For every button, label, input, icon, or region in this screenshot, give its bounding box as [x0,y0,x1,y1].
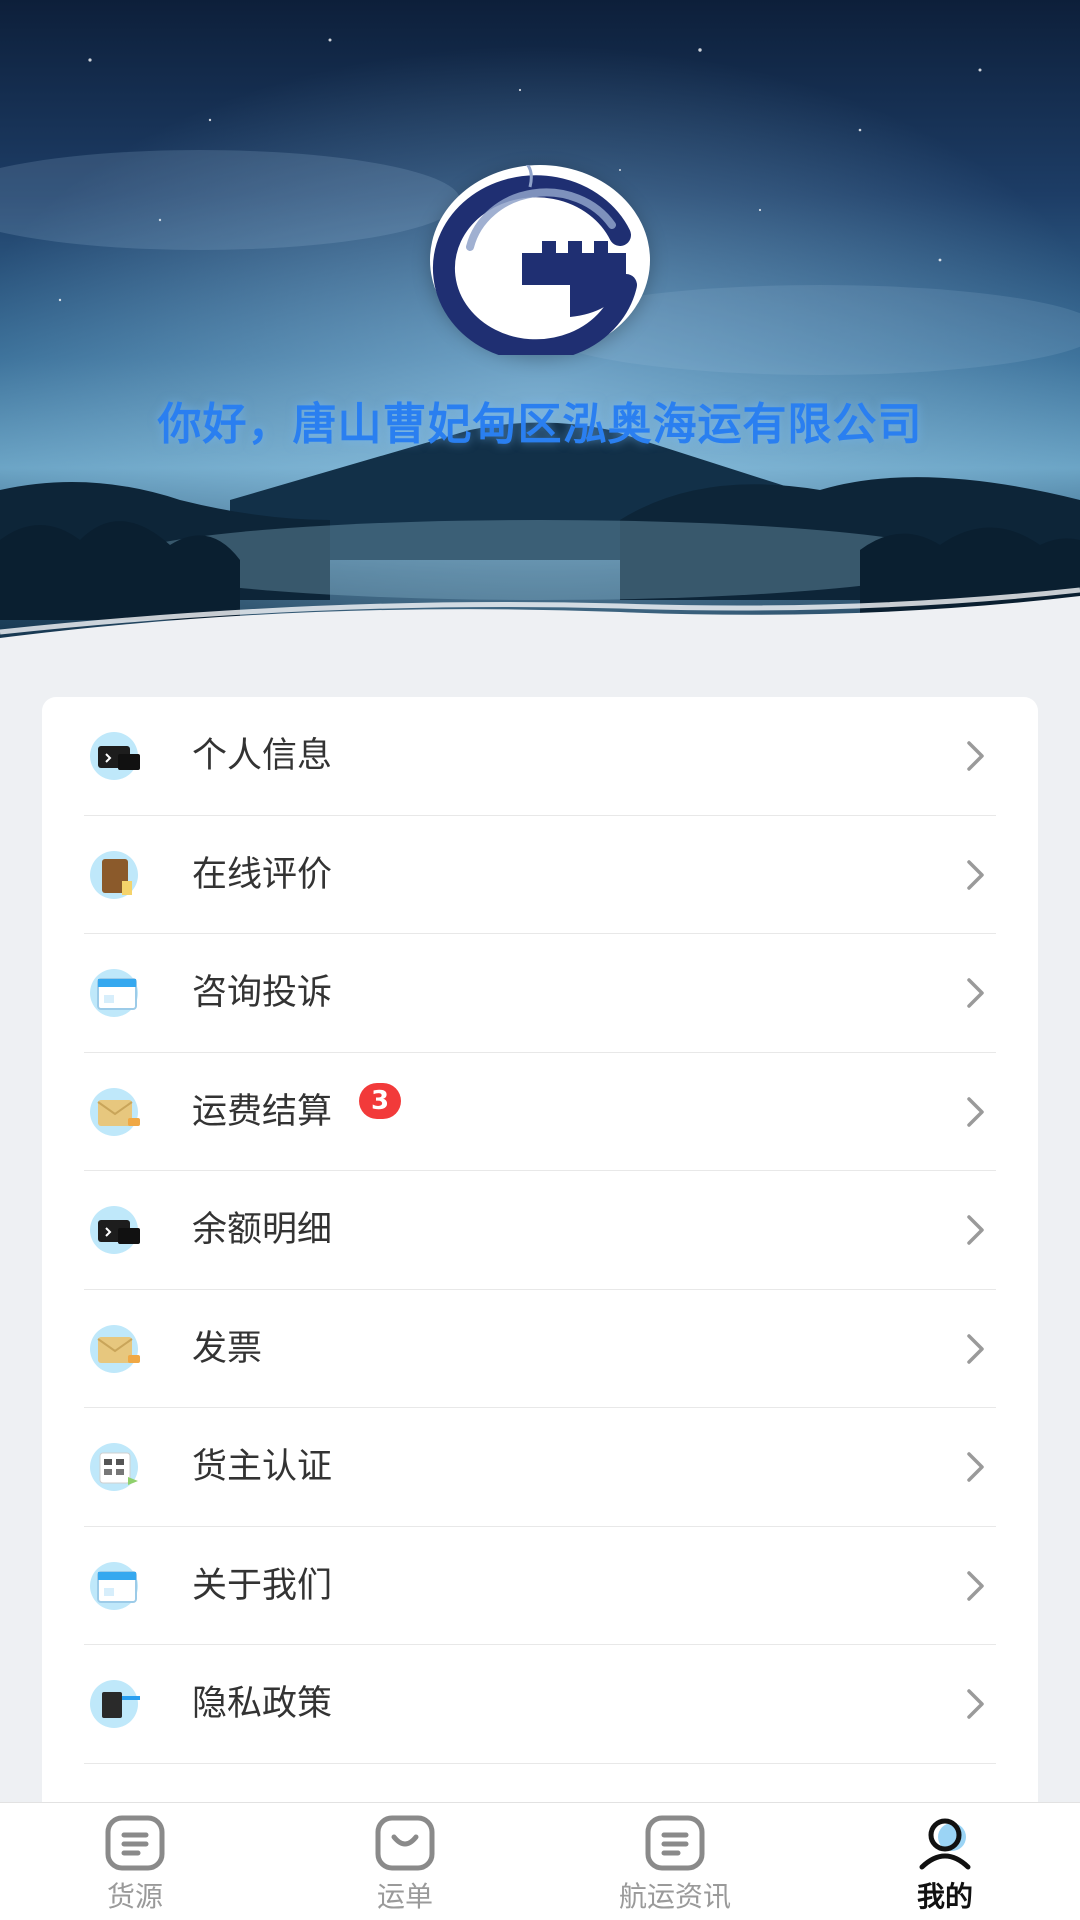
menu-item-label: 运费结算 [192,1091,333,1132]
id-card-icon [88,1200,148,1260]
company-logo [430,161,650,362]
tab-waybill[interactable]: 运单 [270,1803,540,1920]
menu-item-label: 关于我们 [192,1565,333,1606]
bottom-tab-bar: 货源 运单 航运资讯 我的 [0,1802,1080,1920]
menu-item-label: 余额明细 [192,1210,333,1250]
menu-item[interactable]: 咨询投诉 [84,934,996,1053]
menu-item[interactable]: 个人信息 [84,697,996,816]
chevron-right-icon [956,1290,996,1408]
tab-label: 我的 [916,1880,973,1913]
tab-label: 航运资讯 [618,1880,731,1913]
envelope-icon [88,1082,148,1142]
chevron-right-icon [956,697,996,815]
menu-item-label: 隐私政策 [192,1684,333,1724]
notebook-icon [88,845,148,905]
tab-mine[interactable]: 我的 [810,1803,1080,1920]
list-icon [645,1815,705,1871]
menu-item[interactable]: 关于我们 [84,1527,996,1645]
document-icon [88,1674,148,1734]
menu-item-label: 个人信息 [192,736,333,776]
chevron-right-icon [956,1527,996,1645]
menu-card: 个人信息在线评价咨询投诉运费结算 3 余额明细发票货主认证关于我们隐私政策 [42,697,1038,1847]
menu-item[interactable]: 运费结算 3 [84,1053,996,1171]
tab-shipping-news[interactable]: 航运资讯 [540,1803,810,1920]
chevron-right-icon [956,1645,996,1763]
window-icon [88,1556,148,1616]
bag-icon [375,1815,435,1871]
tab-cargo-source[interactable]: 货源 [0,1803,270,1920]
menu-item[interactable]: 在线评价 [84,816,996,934]
chevron-right-icon [956,934,996,1052]
chevron-right-icon [956,1171,996,1289]
chevron-right-icon [956,1408,996,1526]
list-icon [105,1815,165,1871]
menu-item-label: 在线评价 [192,854,333,895]
profile-header: 你好，唐山曹妃甸区泓奥海运有限公司 [0,0,1080,650]
chevron-right-icon [956,816,996,934]
greeting-title: 你好，唐山曹妃甸区泓奥海运有限公司 [157,399,923,450]
chevron-right-icon [956,1053,996,1171]
menu-item[interactable]: 发票 [84,1290,996,1408]
tab-label: 货源 [106,1880,163,1913]
menu-item-label: 咨询投诉 [192,973,333,1013]
id-card-icon [88,726,148,786]
envelope-icon [88,1319,148,1379]
menu-item-label: 货主认证 [192,1447,333,1487]
menu-item[interactable]: 货主认证 [84,1408,996,1527]
window-icon [88,963,148,1023]
calculator-icon [88,1437,148,1497]
profile-page: 你好，唐山曹妃甸区泓奥海运有限公司 个人信息在线评价咨询投诉运费结算 3 余额明细发… [0,0,1080,1920]
notification-badge: 3 [359,1082,401,1119]
tab-label: 运单 [376,1880,433,1913]
user-icon [919,1818,971,1870]
menu-item[interactable]: 隐私政策 [84,1645,996,1764]
menu-item[interactable]: 余额明细 [84,1171,996,1290]
menu-item-label: 发票 [192,1328,263,1369]
